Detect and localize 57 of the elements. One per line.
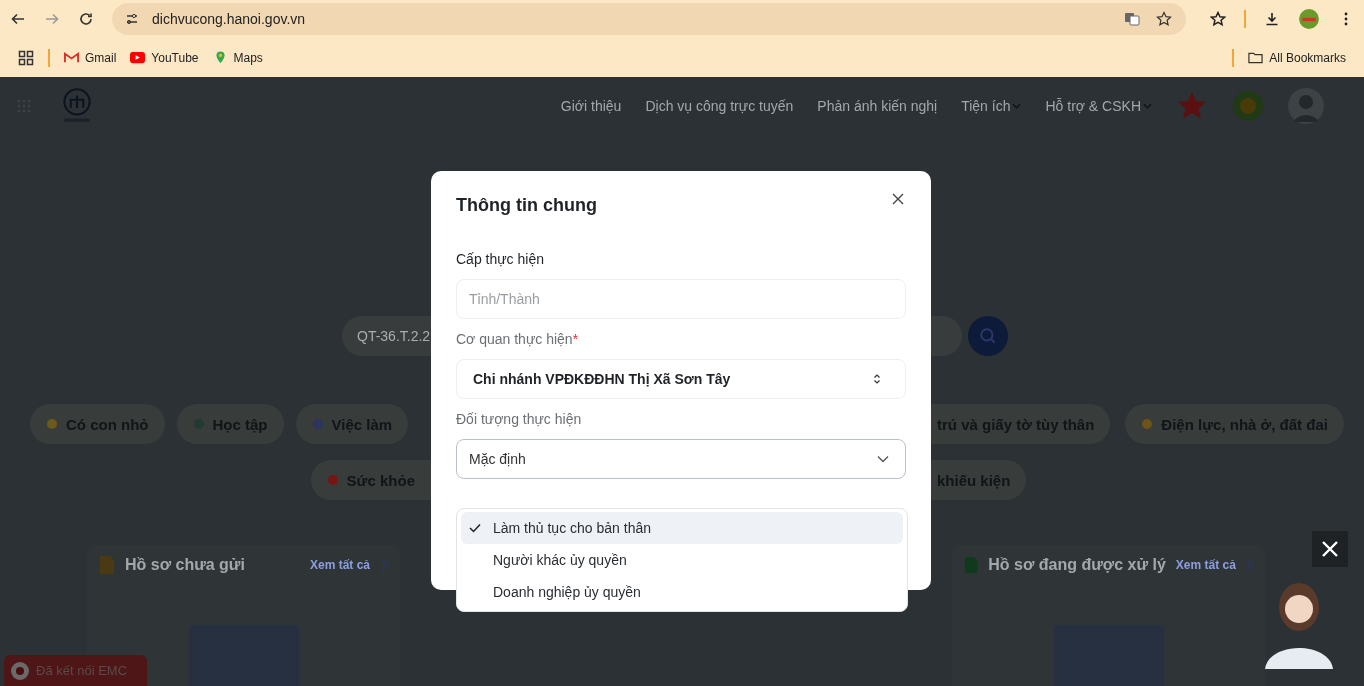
url-text: dichvucong.hanoi.gov.vn bbox=[152, 11, 307, 27]
document-icon bbox=[99, 554, 115, 576]
check-icon bbox=[469, 523, 481, 533]
view-all-link[interactable]: Xem tất cả bbox=[1175, 558, 1236, 572]
dialog-title: Thông tin chung bbox=[456, 195, 597, 216]
nav-link[interactable]: Tiện ích bbox=[961, 98, 1022, 114]
view-all-link[interactable]: Xem tất cả bbox=[309, 558, 370, 572]
bookmarks-icon[interactable] bbox=[1210, 11, 1226, 27]
site-settings-icon[interactable] bbox=[124, 11, 140, 27]
folder-icon bbox=[1248, 51, 1264, 64]
translate-icon[interactable] bbox=[1124, 11, 1140, 27]
spreadsheet-icon bbox=[964, 554, 979, 576]
dropdown-field[interactable]: Mặc định bbox=[456, 439, 906, 479]
eye-icon bbox=[10, 660, 30, 681]
input-field[interactable]: Tỉnh/Thành bbox=[456, 279, 906, 319]
field-label: Cơ quan thực hiện* bbox=[456, 331, 580, 347]
reload-icon[interactable] bbox=[78, 11, 94, 27]
bookmark-link[interactable]: Gmail bbox=[64, 50, 117, 65]
dropdown-option[interactable]: Người khác ủy quyền bbox=[461, 544, 903, 576]
mail-icon bbox=[64, 51, 79, 64]
category-icon bbox=[311, 418, 324, 430]
search-value: QT-36.T.2.2 bbox=[357, 328, 431, 344]
star-icon[interactable] bbox=[1156, 11, 1172, 27]
caret-icon bbox=[1143, 103, 1152, 109]
close-icon bbox=[1320, 539, 1340, 559]
close-button[interactable] bbox=[1312, 531, 1348, 567]
nav-link[interactable]: Dịch vụ công trực tuyến bbox=[645, 98, 794, 114]
caret-icon bbox=[1012, 103, 1022, 109]
nav-link[interactable]: Phản ánh kiến nghị bbox=[817, 98, 938, 114]
nav-link[interactable]: Hỗ trợ & CSKH bbox=[1045, 98, 1152, 114]
dropdown-option[interactable]: Làm thủ tục cho bản thân bbox=[461, 512, 903, 544]
profile-icon[interactable] bbox=[1298, 8, 1320, 30]
card-title: Hồ sơ chưa gửi bbox=[125, 556, 246, 574]
bookmark-link[interactable]: Maps bbox=[212, 50, 263, 65]
field-label: Cấp thực hiện bbox=[456, 251, 545, 267]
category-icon bbox=[192, 418, 205, 430]
nav-link[interactable]: Giới thiệu bbox=[560, 98, 622, 114]
address-bar[interactable]: dichvucong.hanoi.gov.vn bbox=[112, 3, 1186, 35]
category-icon bbox=[1141, 418, 1154, 430]
close-button[interactable] bbox=[890, 191, 906, 207]
select-field[interactable]: Chi nhánh VPĐKĐĐHN Thị Xã Sơn Tây bbox=[456, 359, 906, 399]
dropdown-option[interactable]: Doanh nghiệp ủy quyền bbox=[461, 576, 903, 608]
sort-arrows-icon bbox=[873, 373, 881, 385]
back-icon[interactable] bbox=[10, 11, 26, 27]
close-icon bbox=[892, 193, 904, 205]
play-icon bbox=[130, 51, 146, 64]
download-icon[interactable] bbox=[1264, 11, 1280, 27]
search-icon bbox=[979, 327, 997, 345]
required-mark: * bbox=[572, 331, 579, 347]
apps-grid-icon[interactable] bbox=[18, 49, 34, 66]
category-icon bbox=[326, 474, 339, 486]
card-title: Hồ sơ đang được xử lý bbox=[988, 556, 1166, 574]
field-label: Đối tượng thực hiện bbox=[456, 411, 583, 427]
chevron-down-icon bbox=[877, 455, 889, 463]
bookmark-link[interactable]: YouTube bbox=[130, 50, 199, 65]
all-bookmarks-link[interactable]: All Bookmarks bbox=[1248, 50, 1346, 65]
category-icon bbox=[46, 418, 58, 430]
